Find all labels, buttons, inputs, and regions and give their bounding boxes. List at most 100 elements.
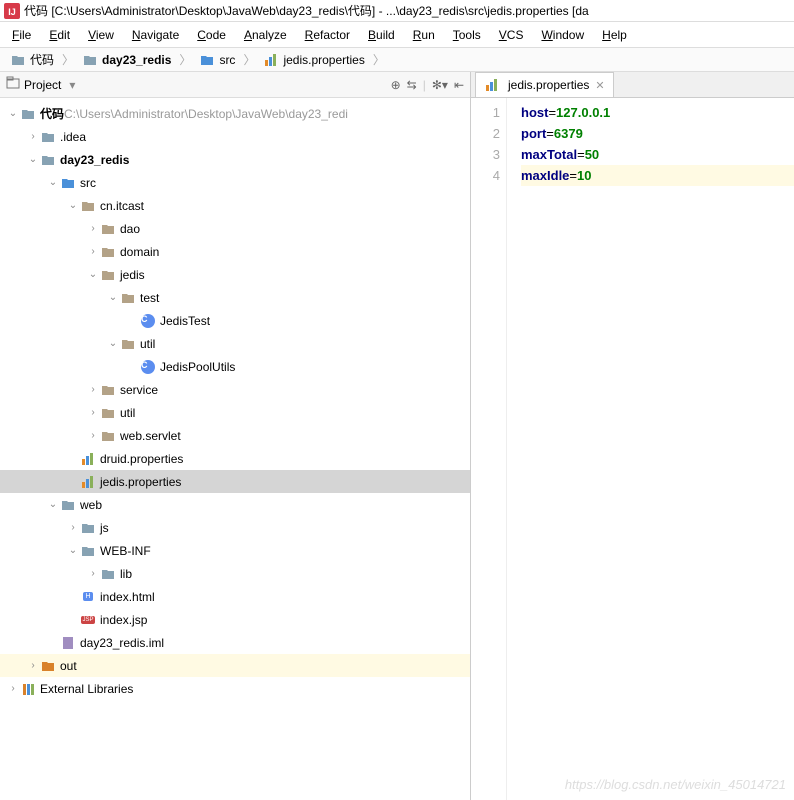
folder-icon [82, 52, 98, 68]
file-prop-icon [80, 451, 96, 467]
chevron-right-icon[interactable]: › [86, 407, 100, 418]
project-icon [6, 76, 20, 93]
chevron-right-icon[interactable]: › [86, 223, 100, 234]
close-icon[interactable]: ✕ [595, 79, 604, 92]
tree-row[interactable]: ⌄web [0, 493, 470, 516]
tree-row[interactable]: ⌄test [0, 286, 470, 309]
pkg-icon [100, 382, 116, 398]
folder-icon [10, 52, 26, 68]
chevron-down-icon[interactable]: ⌄ [46, 499, 60, 510]
tree-row[interactable]: › lib [0, 562, 470, 585]
tree-row[interactable]: druid.properties [0, 447, 470, 470]
menu-code[interactable]: Code [189, 26, 234, 44]
chevron-right-icon[interactable]: › [26, 660, 40, 671]
chevron-down-icon[interactable]: ⌄ [66, 545, 80, 556]
breadcrumb-item[interactable]: 代码 [4, 50, 60, 70]
tree-row[interactable]: Hindex.html [0, 585, 470, 608]
target-icon[interactable]: ⊕ [391, 78, 401, 92]
pkg-icon [100, 267, 116, 283]
folder-out-icon [40, 658, 56, 674]
menu-window[interactable]: Window [533, 26, 592, 44]
tree-row[interactable]: ⌄ util [0, 332, 470, 355]
tree-row[interactable]: ⌄jedis [0, 263, 470, 286]
menu-bar: FileEditViewNavigateCodeAnalyzeRefactorB… [0, 22, 794, 48]
lib-icon [20, 681, 36, 697]
tree-row[interactable]: ⌄day23_redis [0, 148, 470, 171]
chevron-right-icon[interactable]: › [6, 683, 20, 694]
chevron-down-icon[interactable]: ⌄ [46, 177, 60, 188]
gear-icon[interactable]: ✻▾ [432, 78, 448, 92]
chevron-down-icon[interactable]: ⌄ [86, 269, 100, 280]
menu-analyze[interactable]: Analyze [236, 26, 295, 44]
tree-row[interactable]: CJedisPoolUtils [0, 355, 470, 378]
menu-file[interactable]: File [4, 26, 39, 44]
hide-icon[interactable]: ⇤ [454, 78, 464, 92]
tree-row[interactable]: ›web.servlet [0, 424, 470, 447]
code-line[interactable]: maxIdle=10 [521, 165, 794, 186]
tree-label: dao [120, 222, 140, 236]
tree-row[interactable]: › .idea [0, 125, 470, 148]
chevron-right-icon[interactable]: › [26, 131, 40, 142]
chevron-right-icon[interactable]: › [86, 384, 100, 395]
breadcrumb-item[interactable]: src [193, 50, 241, 70]
chevron-right-icon[interactable]: › [86, 568, 100, 579]
tree-row[interactable]: ›js [0, 516, 470, 539]
chevron-right-icon[interactable]: › [86, 246, 100, 257]
tab-jedis-properties[interactable]: jedis.properties ✕ [475, 72, 614, 97]
tree-row[interactable]: ⌄src [0, 171, 470, 194]
code[interactable]: host=127.0.0.1port=6379maxTotal=50maxIdl… [507, 98, 794, 800]
collapse-icon[interactable]: ⇆ [407, 78, 417, 92]
menu-refactor[interactable]: Refactor [297, 26, 358, 44]
tree-label: index.jsp [100, 613, 147, 627]
tree-row[interactable]: jedis.properties [0, 470, 470, 493]
menu-edit[interactable]: Edit [41, 26, 78, 44]
tree-row[interactable]: ⌄WEB-INF [0, 539, 470, 562]
tree-row[interactable]: ›External Libraries [0, 677, 470, 700]
tree-label: util [140, 337, 155, 351]
project-tree[interactable]: ⌄代码 C:\Users\Administrator\Desktop\JavaW… [0, 98, 470, 800]
tree-row[interactable]: › dao [0, 217, 470, 240]
tree-label: JedisTest [160, 314, 210, 328]
chevron-right-icon[interactable]: › [86, 430, 100, 441]
folder-icon [80, 520, 96, 536]
menu-tools[interactable]: Tools [445, 26, 489, 44]
tree-row[interactable]: ›domain [0, 240, 470, 263]
tree-label: .idea [60, 130, 86, 144]
folder-icon [80, 543, 96, 559]
breadcrumb: 代码〉day23_redis〉src〉jedis.properties〉 [0, 48, 794, 72]
tree-row[interactable]: ⌄cn.itcast [0, 194, 470, 217]
chevron-down-icon[interactable]: ⌄ [106, 338, 120, 349]
tree-row[interactable]: JSPindex.jsp [0, 608, 470, 631]
menu-run[interactable]: Run [405, 26, 443, 44]
code-line[interactable]: host=127.0.0.1 [521, 102, 794, 123]
tree-row[interactable]: ›out [0, 654, 470, 677]
chevron-down-icon[interactable]: ⌄ [6, 108, 20, 119]
tree-label: lib [120, 567, 132, 581]
menu-view[interactable]: View [80, 26, 122, 44]
code-area[interactable]: 1234 host=127.0.0.1port=6379maxTotal=50m… [471, 98, 794, 800]
menu-navigate[interactable]: Navigate [124, 26, 187, 44]
chevron-down-icon[interactable]: ⌄ [26, 154, 40, 165]
breadcrumb-item[interactable]: jedis.properties [257, 50, 370, 70]
tree-row[interactable]: day23_redis.iml [0, 631, 470, 654]
tree-row[interactable]: CJedisTest [0, 309, 470, 332]
chevron-down-icon[interactable]: ⌄ [66, 200, 80, 211]
menu-vcs[interactable]: VCS [491, 26, 532, 44]
chevron-right-icon[interactable]: › [66, 522, 80, 533]
chevron-down-icon[interactable]: ⌄ [106, 292, 120, 303]
tree-label: day23_redis.iml [80, 636, 164, 650]
code-line[interactable]: port=6379 [521, 123, 794, 144]
tree-row[interactable]: › util [0, 401, 470, 424]
tree-label: util [120, 406, 135, 420]
menu-build[interactable]: Build [360, 26, 403, 44]
dropdown-icon[interactable]: ▾ [69, 78, 75, 92]
gutter: 1234 [471, 98, 507, 800]
tree-row[interactable]: ›service [0, 378, 470, 401]
sidebar-title: Project [24, 78, 61, 92]
file-prop-icon [263, 52, 279, 68]
tree-row[interactable]: ⌄代码 C:\Users\Administrator\Desktop\JavaW… [0, 102, 470, 125]
menu-help[interactable]: Help [594, 26, 635, 44]
code-line[interactable]: maxTotal=50 [521, 144, 794, 165]
breadcrumb-item[interactable]: day23_redis [76, 50, 177, 70]
file-prop-icon [80, 474, 96, 490]
